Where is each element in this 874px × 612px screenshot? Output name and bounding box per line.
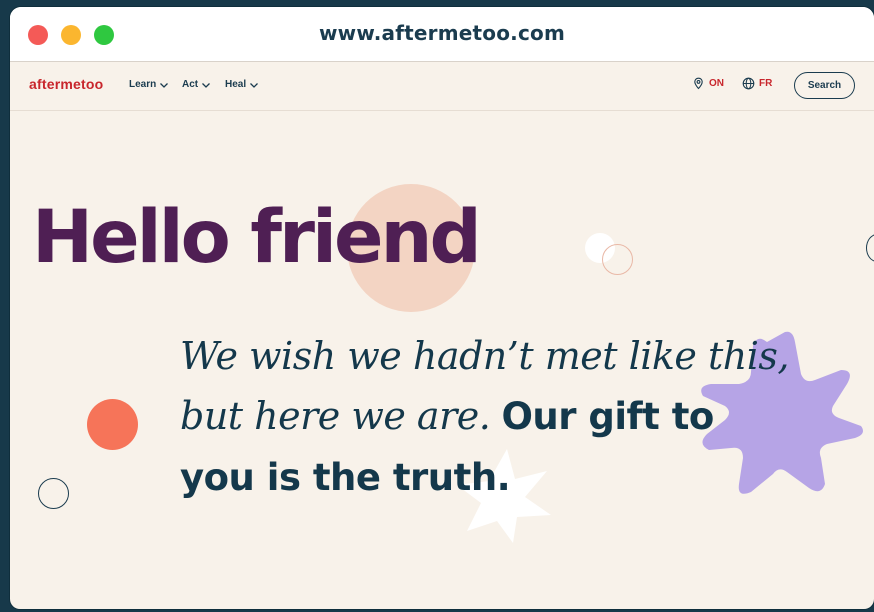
browser-window: www.aftermetoo.com aftermetoo Learn Act … [10, 7, 874, 609]
hero-tagline: We wish we hadn’t met like this, but her… [180, 326, 840, 508]
tagline-bold-line-1: Our gift to [501, 395, 714, 438]
chevron-down-icon [250, 82, 259, 88]
chevron-down-icon [202, 82, 211, 88]
nav-heal[interactable]: Heal [225, 79, 259, 90]
search-button[interactable]: Search [794, 72, 855, 99]
language-selector[interactable]: FR [742, 77, 772, 90]
nav-act-label: Act [182, 79, 199, 90]
outline-circle-decoration [38, 478, 69, 509]
nav-learn-label: Learn [129, 79, 157, 90]
chevron-down-icon [160, 82, 169, 88]
globe-icon [742, 77, 755, 90]
browser-titlebar: www.aftermetoo.com [10, 7, 874, 62]
nav-act[interactable]: Act [182, 79, 211, 90]
hero-section: Hello friend We wish we hadn’t met like … [10, 111, 874, 609]
nav-heal-label: Heal [225, 79, 247, 90]
tagline-italic-line-2: but here we are. [180, 394, 491, 438]
outline-circle-decoration [866, 234, 874, 262]
location-label: ON [709, 78, 724, 89]
tagline-italic-line-1: We wish we hadn’t met like this, [180, 334, 789, 378]
address-bar-url[interactable]: www.aftermetoo.com [10, 21, 874, 45]
orange-circle-decoration [87, 399, 138, 450]
hero-headline: Hello friend [32, 195, 482, 280]
nav-learn[interactable]: Learn [129, 79, 169, 90]
tagline-bold-line-2: you is the truth. [180, 456, 511, 499]
site-logo[interactable]: aftermetoo [29, 76, 103, 92]
ring-decoration [602, 244, 633, 275]
location-pin-icon [694, 77, 703, 90]
language-label: FR [759, 78, 773, 89]
location-selector[interactable]: ON [692, 77, 724, 90]
site-navbar: aftermetoo Learn Act Heal ON FR Search [10, 62, 874, 111]
